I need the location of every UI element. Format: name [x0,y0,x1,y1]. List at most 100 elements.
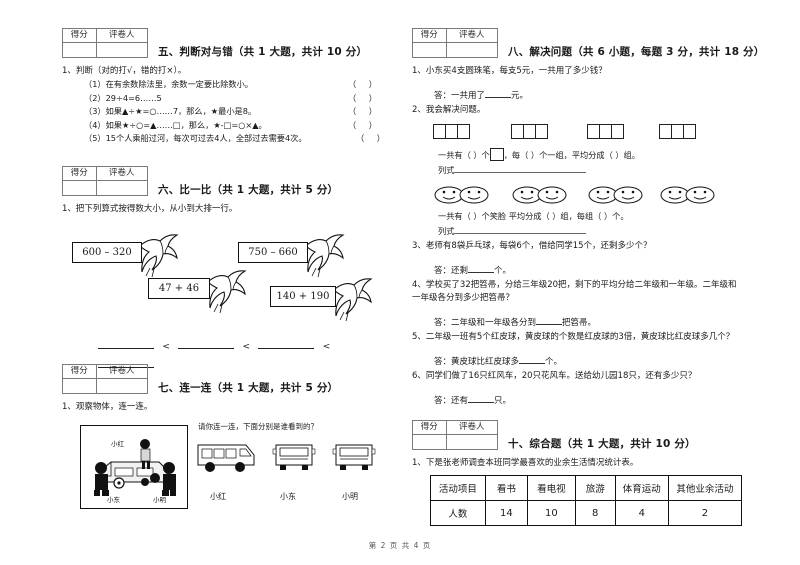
grader-input-cell[interactable] [95,377,149,394]
a1-blank[interactable] [485,89,512,98]
section-5: 得分 评卷人 五、判断对与错（共 1 大题，共计 10 分） 1、判断（对的打√… [62,28,392,146]
grader-input-cell[interactable] [445,434,499,450]
section-8: 得分 评卷人 八、解决问题（共 6 小题，每题 3 分，共计 18 分） 1、小… [412,28,764,406]
col-header-travel: 旅游 [574,475,616,501]
exam-page: 得分 评卷人 五、判断对与错（共 1 大题，共计 10 分） 1、判断（对的打√… [0,0,800,565]
fill-in-line-1[interactable]: 一共有（ ）个 ，每（ ）个一组，平均分成（ ）组。 [438,148,742,163]
square-group-3 [587,124,624,139]
col-header-tv: 看电视 [526,475,576,501]
smiley-group-1 [434,185,490,209]
judge-item-1-answer[interactable]: （ ） [348,78,382,92]
judge-item-3-text: （3）如果▲÷★=○……7，那么，★最小是8。 [84,106,257,116]
judge-item-5: （5）15个人乘船过河，每次可过去4人，全部过去需要4次。 （ ） [84,132,392,146]
section-7-q1: 1、观察物体，连一连。 [62,401,153,412]
a5-prefix: 答：黄皮球比红皮球多 [434,357,520,367]
equation-label: 列式 [438,165,455,175]
a1-suffix: 元。 [511,91,529,101]
grader-input-cell[interactable] [445,42,499,58]
judge-item-1-text: （1）在有余数除法里，余数一定要比除数小。 [84,79,253,89]
section-7: 得分 评卷人 七、连一连（共 1 大题，共计 5 分） 1、观察物体，连一连。 [62,363,392,525]
score-input-cell[interactable] [62,42,97,58]
vehicle-views-group [194,437,394,489]
squares-figure [412,124,742,144]
score-box-section-7: 得分 评卷人 七、连一连（共 1 大题，共计 5 分） [62,363,392,398]
a1-prefix: 答：一共用了 [434,91,486,101]
grader-label: 评卷人 [95,363,149,379]
order-blank-2[interactable] [178,339,235,349]
photo-label-xiaoming: 小明 [153,495,166,504]
fill1-part-b: ，每（ ）个一组，平均分成（ ）组。 [503,150,640,160]
cell-sports-count: 4 [614,500,669,526]
judge-item-2-answer[interactable]: （ ） [348,92,382,106]
row-header-count: 人数 [430,500,486,526]
equation-label: 列式 [438,226,455,236]
section-10-q1: 1、下是张老师调查本班同学最喜欢的业余生活情况统计表。 [412,458,639,468]
square-group-2 [511,124,548,139]
observe-object-figure: 小红 小东 小明 请你连一连，下面分别是谁看到的？ 小红 小东 小明 [62,417,392,525]
row-header-activity: 活动项目 [430,475,486,501]
square-group-4 [659,124,696,139]
grader-label: 评卷人 [95,28,149,43]
section-7-title: 七、连一连（共 1 大题，共计 5 分） [158,381,339,394]
equation-line-1: 列式 [438,164,742,176]
section-7-caption: 请你连一连，下面分别是谁看到的？ [198,421,318,431]
equation-blank[interactable] [454,225,587,234]
fill-in-line-2[interactable]: 一共有（ ）个笑脸 平均分成（ ）组，每组（ ）个。 [438,209,742,224]
section-8-a1: 答：一共用了 元。 [434,89,742,101]
a4-blank[interactable] [536,316,563,325]
expression-card-3: 47 + 46 [148,277,210,299]
judge-item-5-answer[interactable]: （ ） [356,132,390,146]
compare-sign-3: < [322,341,331,352]
section-8-q6: 6、同学们做了16只红风车，20只花风车。送给幼儿园18只，还有多少只？ [412,371,697,381]
judge-item-1: （1）在有余数除法里，余数一定要比除数小。 （ ） [84,78,392,92]
score-label: 得分 [412,28,447,43]
cell-travel-count: 8 [574,500,616,526]
section-8-a6: 答：还有 只。 [434,394,742,406]
a3-blank[interactable] [468,264,495,273]
left-column: 得分 评卷人 五、判断对与错（共 1 大题，共计 10 分） 1、判断（对的打√… [62,28,392,525]
truck-scene-image: 小红 小东 小明 [80,424,188,509]
score-input-cell[interactable] [62,179,97,196]
score-label: 得分 [412,420,447,435]
score-table: 得分 评卷人 [412,420,499,450]
square [611,124,624,139]
judge-item-4-answer[interactable]: （ ） [348,119,382,133]
score-table: 得分 评卷人 [62,28,149,58]
score-table: 得分 评卷人 [62,363,149,394]
section-8-q2: 2、我会解决问题。 [412,105,486,115]
score-box-section-5: 得分 评卷人 五、判断对与错（共 1 大题，共计 10 分） [62,28,392,62]
a5-suffix: 个。 [545,357,563,367]
order-blank-1[interactable] [98,339,154,349]
table-row-header: 活动项目 看书 看电视 旅游 体育运动 其他业余活动 [430,475,743,501]
score-label: 得分 [62,363,97,379]
section-8-q5: 5、二年级一班有5个红皮球，黄皮球的个数是红皮球的3倍，黄皮球比红皮球多几个？ [412,332,735,342]
statistics-table: 活动项目 看书 看电视 旅游 体育运动 其他业余活动 人数 14 10 8 4 … [430,475,743,526]
judge-item-2-text: （2）29÷4=6……5 [84,92,162,103]
bus-front-view-2 [332,444,376,470]
col-header-sports: 体育运动 [614,475,669,501]
judge-item-3-answer[interactable]: （ ） [348,105,382,119]
a4-prefix: 答：二年级和一年级各分到 [434,318,537,328]
order-blank-3[interactable] [258,339,315,349]
a5-blank[interactable] [519,355,546,364]
table-row: 人数 14 10 8 4 2 [430,500,743,526]
expression-card-4: 140 + 190 [270,285,336,307]
score-input-cell[interactable] [412,434,447,450]
cell-tv-count: 10 [526,500,576,526]
score-input-cell[interactable] [62,377,97,394]
ordering-answer-blanks[interactable]: < < < [98,334,392,368]
grader-input-cell[interactable] [95,179,149,196]
a3-suffix: 个。 [494,266,512,276]
grader-label: 评卷人 [445,28,499,43]
judge-item-4-text: （4）如果★÷○=▲……□，那么，★-□=○×▲。 [84,119,267,130]
right-column: 得分 评卷人 八、解决问题（共 6 小题，每题 3 分，共计 18 分） 1、小… [412,28,764,526]
score-input-cell[interactable] [412,42,447,58]
compare-sign-2: < [242,341,251,352]
bus-front-view-1 [272,444,316,470]
section-10: 得分 评卷人 十、综合题（共 1 大题，共计 10 分） 1、下是张老师调查本班… [412,420,743,526]
grader-input-cell[interactable] [95,42,149,58]
equation-blank[interactable] [454,164,587,173]
score-box-section-6: 得分 评卷人 六、比一比（共 1 大题，共计 5 分） [62,165,392,200]
score-box-section-10: 得分 评卷人 十、综合题（共 1 大题，共计 10 分） [412,420,742,454]
a6-blank[interactable] [468,394,495,403]
